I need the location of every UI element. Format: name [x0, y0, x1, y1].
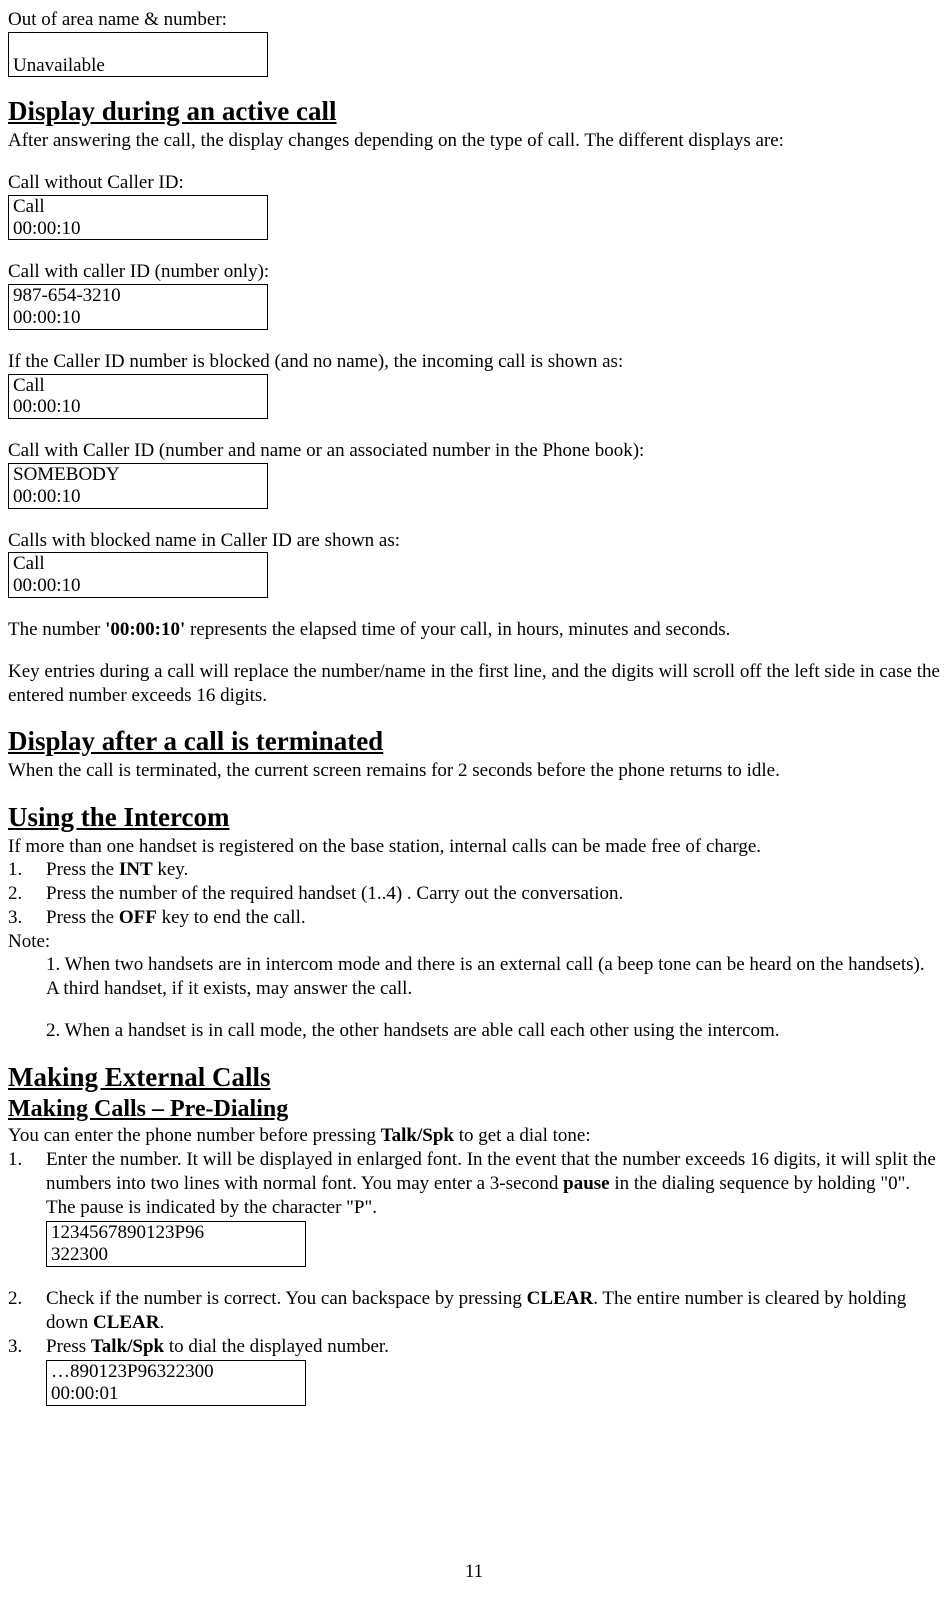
display-box: 987-654-3210 00:00:10 [8, 284, 268, 330]
label: Calls with blocked name in Caller ID are… [8, 529, 940, 553]
list-item: 1. Press the INT key. [8, 858, 940, 882]
box-line: Call [13, 553, 263, 575]
box-line: 00:00:10 [13, 396, 263, 418]
heading-terminated: Display after a call is terminated [8, 725, 940, 759]
list-number: 2. [8, 1287, 46, 1335]
text: to get a dial tone: [454, 1125, 591, 1146]
list-text: Press the INT key. [46, 858, 940, 882]
text: key to end the call. [157, 907, 306, 928]
list-text: Press the OFF key to end the call. [46, 906, 940, 930]
text: represents the elapsed time of your call… [185, 619, 730, 640]
label: If the Caller ID number is blocked (and … [8, 350, 940, 374]
text: to dial the displayed number. [164, 1336, 389, 1357]
text: Check if the number is correct. You can … [46, 1288, 527, 1309]
paragraph: After answering the call, the display ch… [8, 129, 940, 153]
display-box: Call 00:00:10 [8, 552, 268, 598]
list-number: 1. [8, 858, 46, 882]
paragraph: If more than one handset is registered o… [8, 835, 940, 859]
paragraph: Key entries during a call will replace t… [8, 660, 940, 708]
note-label: Note: [8, 930, 940, 954]
predial-steps: 1. Enter the number. It will be displaye… [8, 1148, 940, 1408]
text-bold: '00:00:10' [105, 619, 185, 640]
list-number: 3. [8, 1335, 46, 1408]
paragraph: When the call is terminated, the current… [8, 759, 940, 783]
text-bold: OFF [119, 907, 157, 928]
heading-active-call: Display during an active call [8, 95, 940, 129]
label: Call with Caller ID (number and name or … [8, 439, 940, 463]
text: . [160, 1312, 165, 1333]
list-item: 3. Press the OFF key to end the call. [8, 906, 940, 930]
display-box: SOMEBODY 00:00:10 [8, 463, 268, 509]
text-bold: CLEAR [527, 1288, 594, 1309]
box-line: SOMEBODY [13, 464, 263, 486]
box-line: 00:00:10 [13, 307, 263, 329]
list-number: 3. [8, 906, 46, 930]
list-item: 2. Press the number of the required hand… [8, 882, 940, 906]
list-item: 2. Check if the number is correct. You c… [8, 1287, 940, 1335]
list-item: 3. Press Talk/Spk to dial the displayed … [8, 1335, 940, 1408]
text-bold: Talk/Spk [381, 1125, 454, 1146]
box-line: 322300 [51, 1244, 301, 1266]
display-box: Call 00:00:10 [8, 195, 268, 241]
note-text: 2. When a handset is in call mode, the o… [8, 1019, 940, 1043]
display-box-unavailable: Unavailable [8, 32, 268, 78]
label: Call with caller ID (number only): [8, 260, 940, 284]
display-box: 1234567890123P96 322300 [46, 1221, 306, 1267]
list-number: 2. [8, 882, 46, 906]
box-line: 987-654-3210 [13, 285, 263, 307]
box-line: Unavailable [13, 55, 263, 77]
box-line: Call [13, 375, 263, 397]
text: The number [8, 619, 105, 640]
intercom-steps: 1. Press the INT key. 2. Press the numbe… [8, 858, 940, 929]
text: You can enter the phone number before pr… [8, 1125, 381, 1146]
box-line: 00:00:01 [51, 1383, 301, 1405]
list-text: Press the number of the required handset… [46, 882, 940, 906]
heading-intercom: Using the Intercom [8, 801, 940, 835]
text-bold: CLEAR [93, 1312, 160, 1333]
list-item: 1. Enter the number. It will be displaye… [8, 1148, 940, 1269]
display-box: Call 00:00:10 [8, 374, 268, 420]
box-line: 00:00:10 [13, 218, 263, 240]
heading-external: Making External Calls [8, 1061, 940, 1095]
text-bold: pause [563, 1173, 609, 1194]
box-line: Call [13, 196, 263, 218]
text-bold: Talk/Spk [91, 1336, 164, 1357]
label: Call without Caller ID: [8, 171, 940, 195]
paragraph: You can enter the phone number before pr… [8, 1124, 940, 1148]
list-text: Press Talk/Spk to dial the displayed num… [46, 1335, 940, 1408]
box-line: 00:00:10 [13, 486, 263, 508]
text: Press [46, 1336, 91, 1357]
page-number: 11 [0, 1560, 948, 1584]
text: Press the [46, 907, 119, 928]
list-text: Enter the number. It will be displayed i… [46, 1148, 940, 1269]
note-text: 1. When two handsets are in intercom mod… [8, 953, 940, 1001]
text: Press the [46, 859, 119, 880]
display-box: …890123P96322300 00:00:01 [46, 1360, 306, 1406]
box-line [13, 33, 263, 55]
box-line: …890123P96322300 [51, 1361, 301, 1383]
list-text: Check if the number is correct. You can … [46, 1287, 940, 1335]
text-bold: INT [119, 859, 153, 880]
box-line: 1234567890123P96 [51, 1222, 301, 1244]
heading-predial: Making Calls – Pre-Dialing [8, 1094, 940, 1124]
paragraph: The number '00:00:10' represents the ela… [8, 618, 940, 642]
out-of-area-label: Out of area name & number: [8, 8, 940, 32]
text: key. [153, 859, 189, 880]
list-number: 1. [8, 1148, 46, 1269]
box-line: 00:00:10 [13, 575, 263, 597]
